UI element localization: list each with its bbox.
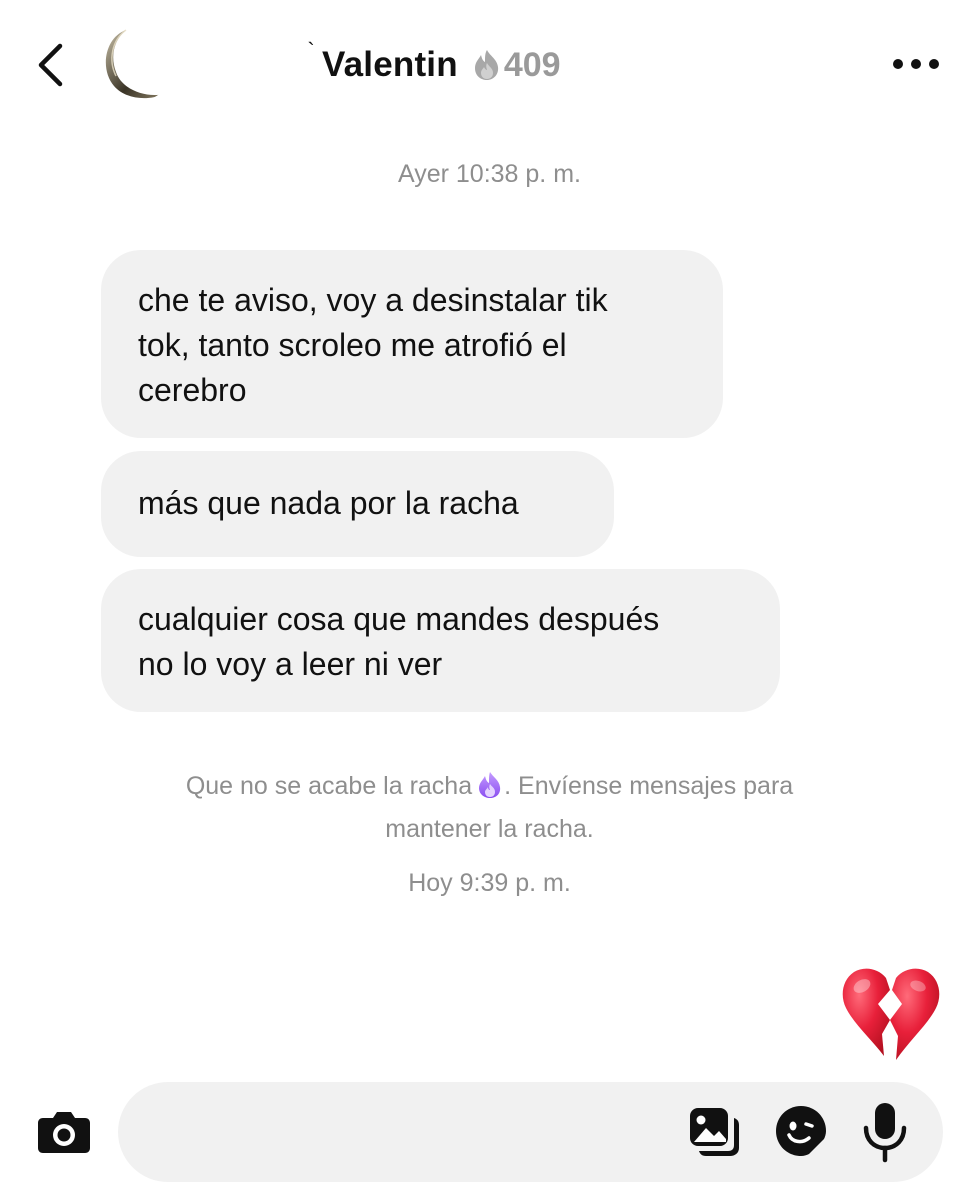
fire-icon — [472, 48, 502, 82]
message-line: cualquier cosa que mandes después — [138, 601, 660, 637]
camera-button[interactable] — [34, 1104, 94, 1160]
chat-header: ` Valentin 409 — [0, 0, 979, 130]
broken-heart-icon[interactable] — [838, 964, 944, 1064]
streak-notice-text: Que no se acabe la racha — [185, 772, 473, 800]
back-button[interactable] — [28, 38, 72, 92]
message-bubble[interactable]: che te aviso, voy a desinstalar tik tok,… — [101, 250, 723, 438]
streak-notice: Que no se acabe la racha . Envíense mens… — [120, 765, 859, 851]
message-bubble[interactable]: más que nada por la racha — [101, 451, 614, 557]
contact-title[interactable]: ` Valentin 409 — [300, 38, 561, 90]
camera-icon — [38, 1112, 90, 1153]
message-input[interactable] — [158, 1104, 682, 1162]
gallery-icon — [690, 1108, 739, 1156]
name-prefix-mark: ` — [307, 38, 315, 63]
streak-count: 409 — [503, 45, 561, 84]
message-line: che te aviso, voy a desinstalar tik — [138, 282, 608, 318]
avatar[interactable] — [98, 26, 174, 102]
sticker-icon — [776, 1106, 826, 1156]
sticker-button[interactable] — [774, 1104, 830, 1160]
timestamp-yesterday: Ayer 10:38 p. m. — [398, 160, 581, 188]
crescent-moon-avatar-image — [98, 26, 174, 102]
more-dots-icon — [893, 59, 939, 69]
message-line: más que nada por la racha — [138, 485, 519, 521]
timestamp-today: Hoy 9:39 p. m. — [408, 869, 571, 897]
contact-name: Valentin — [322, 45, 458, 84]
message-line: tok, tanto scroleo me atrofió el — [138, 327, 567, 363]
gallery-button[interactable] — [688, 1106, 744, 1160]
message-composer — [118, 1082, 943, 1182]
message-line: no lo voy a leer ni ver — [138, 646, 443, 682]
microphone-button[interactable] — [860, 1100, 910, 1164]
message-bubble[interactable]: cualquier cosa que mandes después no lo … — [101, 569, 780, 712]
microphone-icon — [863, 1103, 907, 1163]
streak-notice-text: mantener la racha. — [385, 815, 594, 843]
message-line: cerebro — [138, 372, 247, 408]
more-options-button[interactable] — [886, 44, 946, 84]
fire-icon — [478, 770, 502, 798]
chevron-left-icon — [38, 43, 63, 87]
streak-notice-text: . Envíense mensajes para — [504, 772, 794, 800]
